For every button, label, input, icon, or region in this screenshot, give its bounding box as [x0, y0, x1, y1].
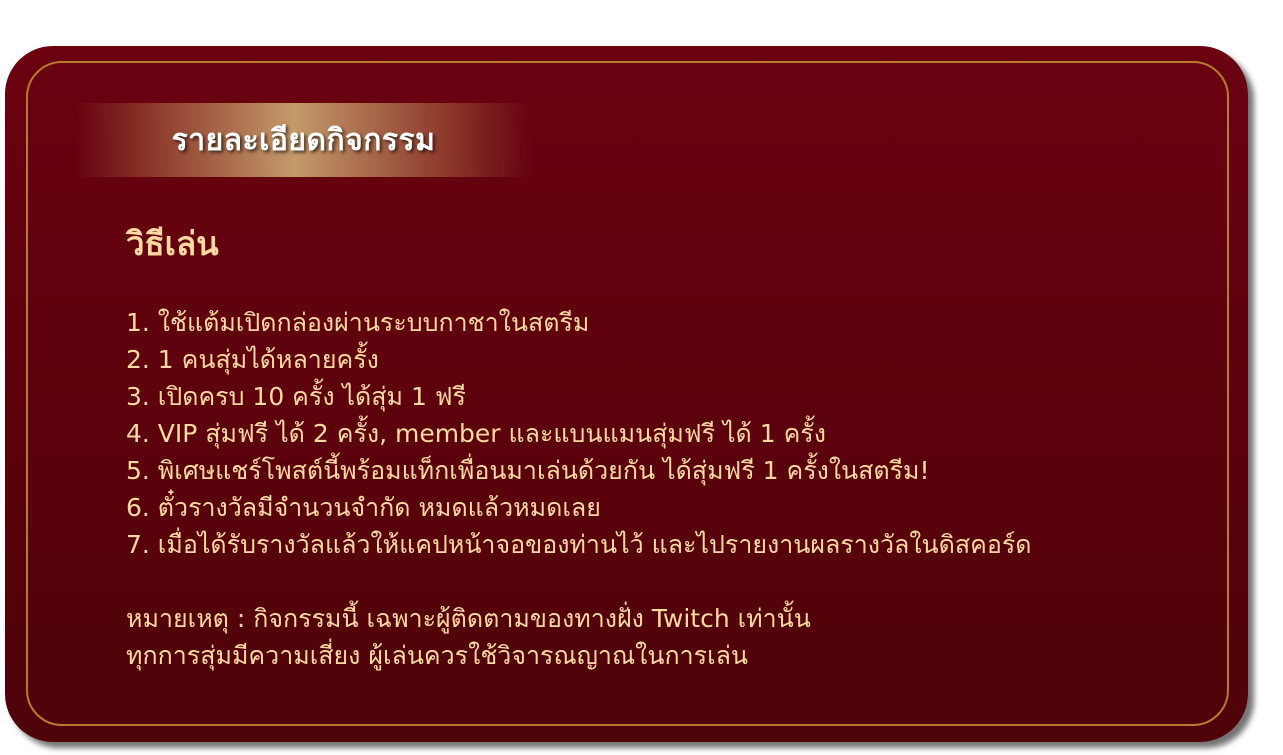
note-line-1: หมายเหตุ : กิจกรรมนี้ เฉพาะผู้ติดตามของท…	[126, 604, 811, 633]
activity-details-card: รายละเอียดกิจกรรม วิธีเล่น 1. ใช้แต้มเปิ…	[5, 46, 1248, 742]
how-to-play-heading: วิธีเล่น	[126, 224, 219, 263]
rule-item-7: 7. เมื่อได้รับรางวัลแล้วให้แคปหน้าจอของท…	[126, 530, 1032, 559]
rule-item-6: 6. ตั๋วรางวัลมีจำนวนจำกัด หมดแล้วหมดเลย	[126, 493, 601, 522]
note-line-2: ทุกการสุ่มมีความเสี่ยง ผู้เล่นควรใช้วิจา…	[126, 641, 749, 670]
rule-item-1: 1. ใช้แต้มเปิดกล่องผ่านระบบกาชาในสตรีม	[126, 308, 590, 337]
rules-list: 1. ใช้แต้มเปิดกล่องผ่านระบบกาชาในสตรีม 2…	[126, 304, 1216, 563]
rule-item-2: 2. 1 คนสุ่มได้หลายครั้ง	[126, 345, 379, 374]
page-title: รายละเอียดกิจกรรม	[171, 122, 436, 158]
rule-item-4: 4. VIP สุ่มฟรี ได้ 2 ครั้ง, member และแบ…	[126, 419, 826, 448]
rule-item-5: 5. พิเศษแชร์โพสต์นี้พร้อมแท็กเพื่อนมาเล่…	[126, 456, 930, 485]
content-section: วิธีเล่น 1. ใช้แต้มเปิดกล่องผ่านระบบกาชา…	[126, 222, 1216, 674]
title-banner: รายละเอียดกิจกรรม	[76, 103, 531, 177]
rule-item-3: 3. เปิดครบ 10 ครั้ง ได้สุ่ม 1 ฟรี	[126, 382, 466, 411]
notes-section: หมายเหตุ : กิจกรรมนี้ เฉพาะผู้ติดตามของท…	[126, 600, 1216, 674]
